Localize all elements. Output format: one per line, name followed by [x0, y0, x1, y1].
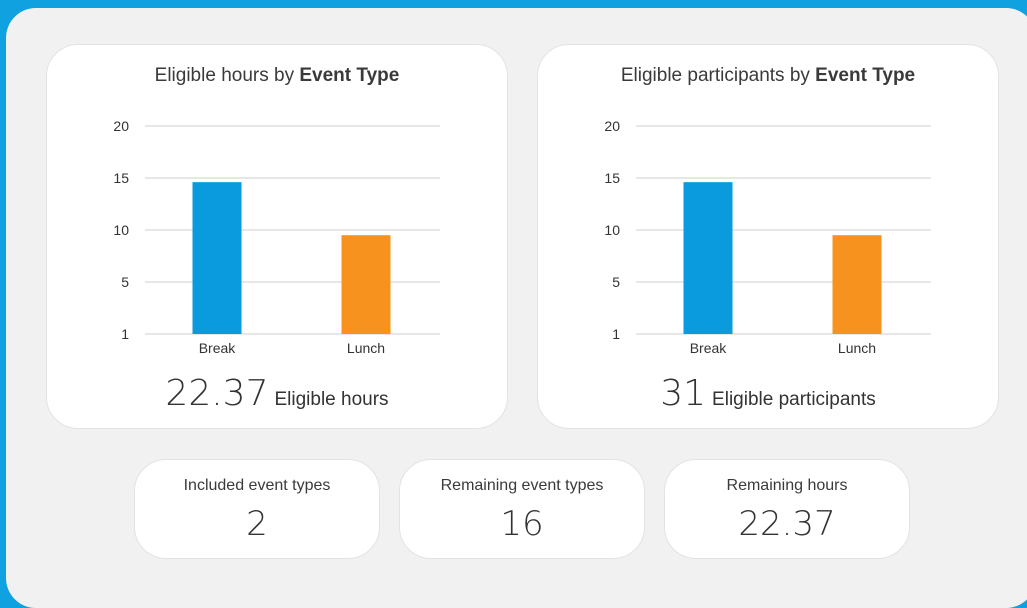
- stat-label: Remaining hours: [726, 477, 848, 494]
- summary-label: Eligible hours: [274, 389, 389, 410]
- eligible-hours-card: Eligible hours by Event Type 1 5 10 15 20 Bre…: [46, 44, 508, 429]
- y-tick-label: 5: [121, 274, 129, 290]
- bar-break: [683, 182, 733, 334]
- y-tick-label: 15: [604, 170, 620, 186]
- stat-value: 2: [246, 504, 268, 544]
- stat-label: Included event types: [183, 477, 331, 494]
- bar-lunch: [832, 235, 882, 334]
- y-tick-label: 10: [604, 222, 620, 238]
- summary-line: 22.37 Eligible hours: [47, 373, 507, 414]
- bar-lunch: [341, 235, 391, 334]
- y-tick-label: 10: [113, 222, 129, 238]
- stat-label: Remaining event types: [440, 477, 604, 494]
- summary-value: 22.37: [165, 373, 269, 414]
- stat-value: 16: [500, 504, 544, 544]
- x-tick-label: Break: [690, 340, 728, 356]
- eligible-participants-chart: 15101520Break Lunch: [604, 118, 931, 356]
- y-tick-label: 20: [113, 118, 129, 134]
- remaining-event-types-card: Remaining event types 16: [399, 459, 645, 559]
- y-tick-label: 15: [113, 170, 129, 186]
- summary-line: 31 Eligible participants: [538, 373, 998, 414]
- x-tick-label: Break: [199, 340, 237, 356]
- eligible-hours-chart: 15101520Break Lunch: [113, 118, 440, 356]
- remaining-hours-card: Remaining hours 22.37: [664, 459, 910, 559]
- y-tick-label: 20: [604, 118, 620, 134]
- x-tick-label: Lunch: [838, 340, 876, 356]
- bar-break: [192, 182, 242, 334]
- eligible-participants-card: Eligible participants by Event Type 1 5 10…: [537, 44, 999, 429]
- x-tick-label: Lunch: [347, 340, 385, 356]
- summary-label: Eligible participants: [712, 389, 876, 410]
- y-tick-label: 1: [612, 326, 620, 342]
- summary-value: 31: [660, 373, 707, 414]
- y-tick-label: 5: [612, 274, 620, 290]
- included-event-types-card: Included event types 2: [134, 459, 380, 559]
- stat-value: 22.37: [738, 504, 836, 544]
- y-tick-label: 1: [121, 326, 129, 342]
